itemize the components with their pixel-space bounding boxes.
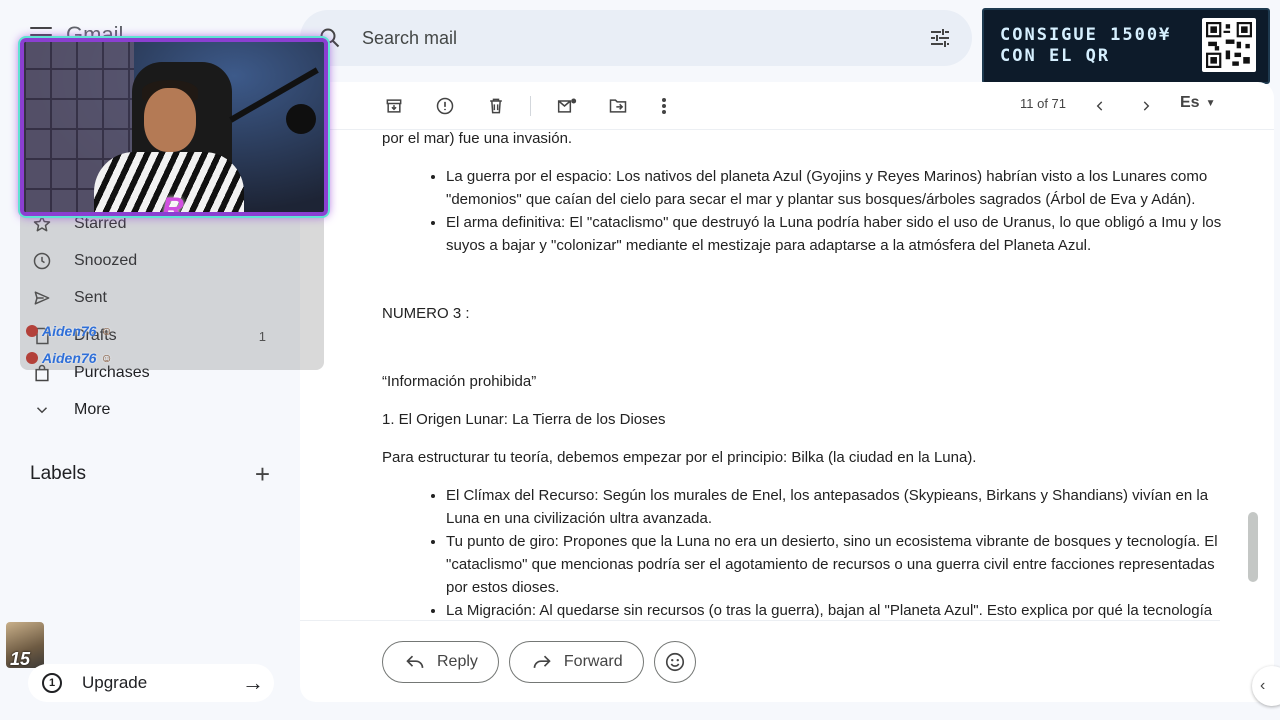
info-icon: 1 bbox=[42, 673, 62, 693]
body-heading: NUMERO 3 : bbox=[382, 305, 470, 322]
chat-user-label: Aiden76 bbox=[42, 350, 97, 366]
body-paragraph: Para estructurar tu teoría, debemos empe… bbox=[382, 449, 977, 466]
viewer-avatar: 15 bbox=[6, 622, 44, 668]
mark-unread-icon[interactable] bbox=[553, 92, 581, 120]
body-section-title: 1. El Origen Lunar: La Tierra de los Dio… bbox=[382, 411, 666, 428]
body-quote: “Información prohibida” bbox=[382, 373, 537, 390]
report-spam-icon[interactable] bbox=[431, 92, 459, 120]
reply-button[interactable]: Reply bbox=[382, 641, 499, 683]
smiley-icon bbox=[665, 652, 684, 672]
emote-icon: ☺ bbox=[100, 324, 113, 338]
promo-text: CONSIGUE 1500¥ CON EL QR bbox=[1000, 25, 1172, 66]
avatar-level: 15 bbox=[10, 649, 31, 668]
reply-actions: Reply Forward bbox=[382, 641, 696, 683]
emoji-reaction-button[interactable] bbox=[653, 641, 696, 683]
dropdown-caret-icon: ▼ bbox=[1205, 97, 1216, 109]
message-body-viewport: por el mar) fue una invasión. La guerra … bbox=[300, 130, 1260, 620]
list-item: El arma definitiva: El "cataclismo" que … bbox=[446, 211, 1224, 257]
list-item: La Migración: Al quedarse sin recursos (… bbox=[446, 599, 1224, 620]
webcam-person-head bbox=[144, 88, 196, 152]
upgrade-button[interactable]: 1 Upgrade → bbox=[28, 664, 274, 702]
arrow-right-icon: → bbox=[242, 670, 264, 695]
list-item: Tu punto de giro: Propones que la Luna n… bbox=[446, 530, 1224, 599]
streamer-logo: R bbox=[162, 192, 184, 216]
message-toolbar: 11 of 71 Es ▼ bbox=[300, 82, 1274, 130]
reply-icon bbox=[405, 653, 425, 671]
forward-icon bbox=[532, 653, 552, 671]
chat-username: Aiden76 ☺ bbox=[26, 350, 113, 366]
add-label-icon[interactable]: + bbox=[255, 461, 270, 487]
badge-icon bbox=[26, 325, 38, 337]
archive-icon[interactable] bbox=[380, 92, 408, 120]
qr-code-icon bbox=[1202, 18, 1256, 72]
scrollbar-thumb[interactable] bbox=[1248, 512, 1258, 582]
webcam-overlay: R bbox=[20, 38, 328, 216]
labels-header: Labels + bbox=[30, 460, 270, 488]
older-icon[interactable] bbox=[1132, 92, 1160, 120]
language-select[interactable]: Es ▼ bbox=[1180, 94, 1215, 112]
chat-username: Aiden76 ☺ bbox=[26, 323, 113, 339]
chevron-down-icon bbox=[30, 398, 54, 422]
body-paragraph: por el mar) fue una invasión. bbox=[382, 130, 573, 147]
newer-icon[interactable] bbox=[1086, 92, 1114, 120]
language-label: Es bbox=[1180, 94, 1200, 111]
forward-label: Forward bbox=[563, 653, 623, 670]
message-body: por el mar) fue una invasión. La guerra … bbox=[382, 130, 1224, 620]
search-bar[interactable] bbox=[300, 10, 972, 66]
move-to-icon[interactable] bbox=[604, 92, 632, 120]
sidebar-item-label: More bbox=[74, 401, 111, 418]
labels-title: Labels bbox=[30, 463, 86, 484]
bullet-list: El Clímax del Recurso: Según los murales… bbox=[446, 484, 1224, 620]
filter-options-icon[interactable] bbox=[928, 26, 952, 50]
pagination-count: 11 of 71 bbox=[1020, 96, 1067, 111]
forward-button[interactable]: Forward bbox=[508, 641, 644, 683]
reply-divider bbox=[300, 620, 1220, 621]
webcam-backdrop bbox=[20, 210, 324, 370]
upgrade-label: Upgrade bbox=[82, 673, 148, 692]
emote-icon: ☺ bbox=[100, 351, 113, 365]
toolbar-divider bbox=[530, 96, 531, 116]
reading-pane: 11 of 71 Es ▼ por el mar) fue una invasi… bbox=[300, 82, 1274, 702]
search-input[interactable] bbox=[362, 27, 902, 49]
promo-banner: CONSIGUE 1500¥ CON EL QR bbox=[982, 8, 1270, 84]
more-vert-icon[interactable] bbox=[650, 92, 678, 120]
microphone-icon bbox=[286, 104, 316, 134]
reply-label: Reply bbox=[437, 653, 478, 670]
list-item: La guerra por el espacio: Los nativos de… bbox=[446, 165, 1224, 211]
chat-user-label: Aiden76 bbox=[42, 323, 97, 339]
delete-icon[interactable] bbox=[482, 92, 510, 120]
sidebar-item-more[interactable]: More bbox=[24, 394, 280, 426]
list-item: El Clímax del Recurso: Según los murales… bbox=[446, 484, 1224, 530]
bullet-list: La guerra por el espacio: Los nativos de… bbox=[446, 165, 1224, 257]
chevron-left-icon: ‹ bbox=[1260, 677, 1266, 694]
badge-icon bbox=[26, 352, 38, 364]
